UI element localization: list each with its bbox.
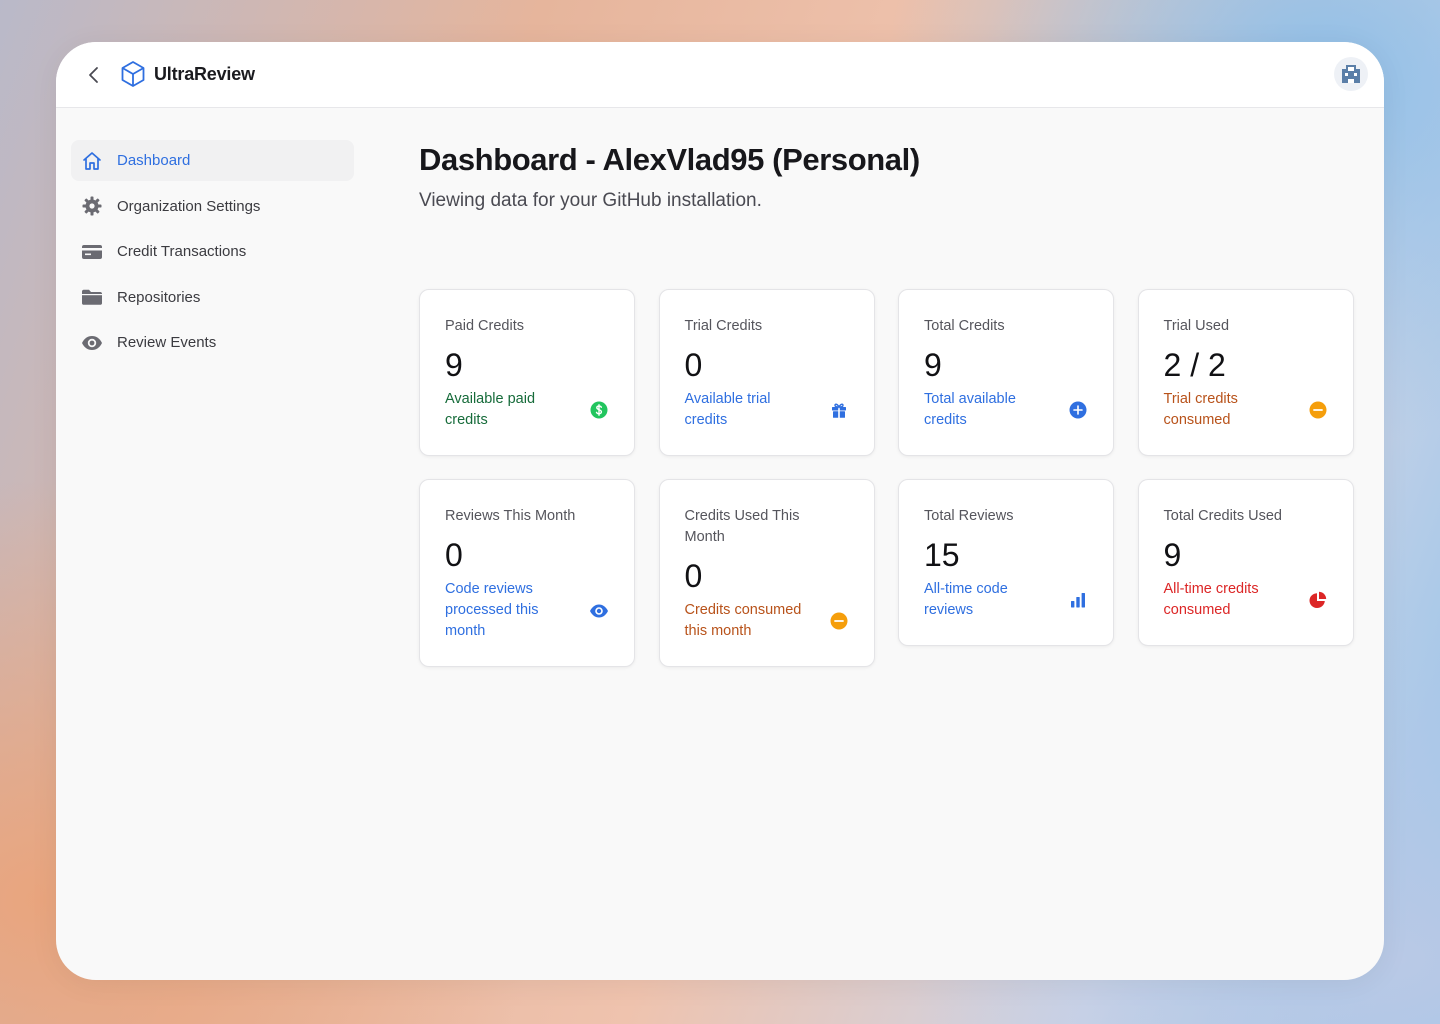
user-avatar[interactable] <box>1334 57 1368 91</box>
top-bar: UltraReview <box>56 42 1384 108</box>
sidebar-item-dashboard[interactable]: Dashboard <box>71 140 354 181</box>
sidebar-item-label: Dashboard <box>117 152 191 169</box>
sidebar-item-label: Repositories <box>117 288 201 306</box>
card-label: Paid Credits <box>445 318 524 334</box>
eye-icon <box>81 332 103 354</box>
app-name: UltraReview <box>154 63 255 84</box>
app-window: UltraReview Dashboard Organization Setti… <box>56 42 1384 980</box>
card-description: Available trial credits <box>684 391 771 428</box>
eye-icon <box>589 601 609 621</box>
brand[interactable]: UltraReview <box>120 60 255 88</box>
stat-card-reviews-this-month: Reviews This Month 0 Code reviews proces… <box>419 479 635 667</box>
card-value: 9 <box>1163 537 1182 573</box>
card-value: 9 <box>924 347 942 383</box>
card-value: 0 <box>684 558 703 594</box>
card-label: Trial Credits <box>684 318 763 334</box>
stat-card-total-credits: Total Credits 9 Total available credits <box>898 289 1114 456</box>
chevron-left-icon <box>89 67 98 83</box>
dollar-icon <box>589 400 609 420</box>
pie-chart-icon <box>1308 590 1328 610</box>
card-description: Total available credits <box>924 391 1016 428</box>
card-value: 0 <box>684 347 703 383</box>
card-description: Available paid credits <box>445 391 536 428</box>
sidebar: Dashboard Organization Settings Credit T… <box>71 140 354 368</box>
minus-circle-icon <box>829 611 849 631</box>
gear-icon <box>81 195 103 217</box>
card-value: 9 <box>445 347 463 383</box>
card-label: Total Credits <box>924 318 1005 334</box>
main-content: Dashboard - AlexVlad95 (Personal) Viewin… <box>419 140 1359 667</box>
stat-card-trial-used: Trial Used 2 / 2 Trial credits consumed <box>1137 289 1354 456</box>
sidebar-item-repositories[interactable]: Repositories <box>71 277 354 318</box>
card-description: All-time credits consumed <box>1163 581 1259 618</box>
card-description: All-time code reviews <box>924 581 1008 618</box>
sidebar-item-credit-transactions[interactable]: Credit Transactions <box>71 231 354 272</box>
card-value: 0 <box>445 537 463 573</box>
home-icon <box>81 150 103 172</box>
stat-card-trial-credits: Trial Credits 0 Available trial credits <box>658 289 875 456</box>
bar-chart-icon <box>1068 590 1088 610</box>
stat-card-total-credits-used: Total Credits Used 9 All-time credits co… <box>1137 479 1354 646</box>
minus-circle-icon <box>1308 400 1328 420</box>
card-description: Credits consumed this month <box>684 602 802 639</box>
sidebar-item-organization-settings[interactable]: Organization Settings <box>71 186 354 227</box>
credit-card-icon <box>81 241 103 263</box>
stat-card-total-reviews: Total Reviews 15 All-time code reviews <box>898 479 1114 646</box>
card-label: Trial Used <box>1163 318 1230 334</box>
card-label: Credits Used This Month <box>684 508 800 545</box>
stat-card-paid-credits: Paid Credits 9 Available paid credits <box>419 289 635 456</box>
card-description: Code reviews processed this month <box>445 581 539 639</box>
sidebar-item-label: Organization Settings <box>117 197 261 215</box>
card-value: 2 / 2 <box>1163 347 1226 383</box>
gift-icon <box>829 400 849 420</box>
card-label: Reviews This Month <box>445 508 576 524</box>
card-label: Total Reviews <box>924 508 1014 524</box>
page-title: Dashboard - AlexVlad95 (Personal) <box>419 142 920 177</box>
sidebar-item-label: Credit Transactions <box>117 243 247 260</box>
sidebar-item-label: Review Events <box>117 334 217 351</box>
card-label: Total Credits Used <box>1163 508 1282 524</box>
stat-card-credits-used-this-month: Credits Used This Month 0 Credits consum… <box>658 479 875 667</box>
back-button[interactable] <box>82 63 106 87</box>
card-value: 15 <box>924 537 960 573</box>
folder-icon <box>81 286 103 308</box>
plus-circle-icon <box>1068 400 1088 420</box>
page-subtitle: Viewing data for your GitHub installatio… <box>419 190 762 211</box>
sidebar-item-review-events[interactable]: Review Events <box>71 322 354 363</box>
cube-logo-icon <box>121 61 145 87</box>
avatar-icon <box>1336 59 1366 89</box>
card-description: Trial credits consumed <box>1163 391 1238 428</box>
